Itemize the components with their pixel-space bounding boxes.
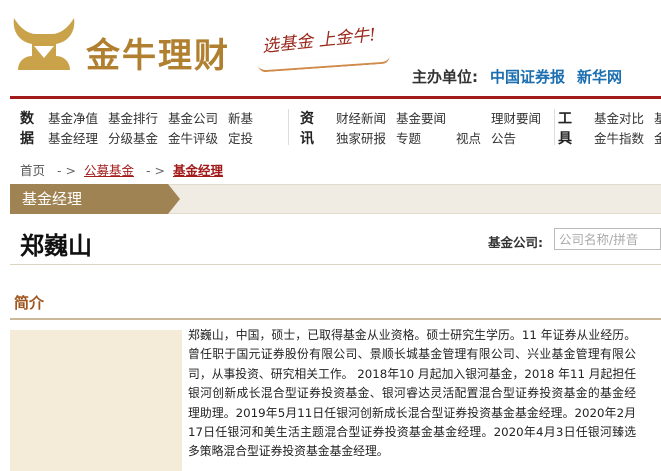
nav-divider <box>554 109 555 145</box>
nav-item[interactable]: 理财要闻 <box>491 109 541 129</box>
nav-item[interactable]: 基金公司 <box>168 109 218 129</box>
slogan: 选基金 上金牛! <box>261 25 377 57</box>
intro-title: 简介 <box>14 294 45 312</box>
bull-logo-icon[interactable] <box>10 12 78 78</box>
company-search-input[interactable] <box>554 228 661 250</box>
sponsor-link-xinhua[interactable]: 新华网 <box>577 68 622 86</box>
nav-item[interactable]: 公告 <box>491 129 541 149</box>
nav-item[interactable]: 基金对比 <box>594 109 644 129</box>
nav-items-data: 基金净值 基金经理 基金排行 分级基金 基金公司 金牛评级 新基 定投 <box>48 109 253 149</box>
nav-category-data: 数据 <box>20 111 34 147</box>
nav-item[interactable]: 基 <box>654 109 661 129</box>
breadcrumb-arrow: - > <box>146 163 165 178</box>
nav-items-tools: 基金对比 金牛指数 基 金 <box>594 109 661 149</box>
sponsor-link-cs[interactable]: 中国证券报 <box>490 68 565 86</box>
manager-photo <box>10 330 182 471</box>
nav-item[interactable]: 独家研报 <box>336 129 386 149</box>
slogan-underline <box>257 55 391 73</box>
nav-item[interactable]: 定投 <box>228 129 253 149</box>
nav-item[interactable]: 财经新闻 <box>336 109 386 129</box>
divider <box>10 264 661 265</box>
nav-item[interactable]: 视点 <box>456 129 481 149</box>
nav-item[interactable]: 金牛指数 <box>594 129 644 149</box>
nav-item[interactable]: 基金要闻 <box>396 109 446 129</box>
nav-divider <box>288 109 289 145</box>
logo-text[interactable]: 金牛理财 <box>86 28 230 77</box>
sponsors: 主办单位: 中国证券报 新华网 <box>412 66 622 87</box>
breadcrumb-current[interactable]: 基金经理 <box>173 163 223 178</box>
sponsor-label: 主办单位: <box>412 68 478 86</box>
company-label: 基金公司: <box>488 235 543 250</box>
nav-item[interactable]: 专题 <box>396 129 446 149</box>
nav-item[interactable]: 金牛评级 <box>168 129 218 149</box>
intro-divider <box>10 318 661 320</box>
section-bar: 基金经理 <box>10 184 661 214</box>
manager-bio: 郑巍山，中国，硕士，已取得基金从业资格。硕士研究生学历。11 年证券从业经历。曾… <box>188 328 636 459</box>
nav-item[interactable]: 基金经理 <box>48 129 98 149</box>
nav-item[interactable]: 金 <box>654 129 661 149</box>
nav-item[interactable]: 分级基金 <box>108 129 158 149</box>
manager-name: 郑巍山 <box>20 232 92 260</box>
breadcrumb-public-fund[interactable]: 公募基金 <box>84 163 134 178</box>
main-nav: 数据 基金净值 基金经理 基金排行 分级基金 基金公司 金牛评级 新基 定投 资… <box>10 96 661 152</box>
nav-category-tools: 工具 <box>558 111 572 147</box>
site-header: 金牛理财 选基金 上金牛! 主办单位: 中国证券报 新华网 <box>0 0 661 96</box>
nav-item[interactable]: 基金排行 <box>108 109 158 129</box>
breadcrumb-arrow: - > <box>57 163 76 178</box>
nav-item[interactable]: 新基 <box>228 109 253 129</box>
breadcrumb: 首页 - > 公募基金 - > 基金经理 <box>20 160 223 179</box>
breadcrumb-home[interactable]: 首页 <box>20 163 45 178</box>
section-tab: 基金经理 <box>10 184 180 214</box>
nav-category-news: 资讯 <box>300 111 314 147</box>
nav-item[interactable]: 基金净值 <box>48 109 98 129</box>
nav-items-news: 财经新闻 独家研报 基金要闻 专题 视点 理财要闻 公告 <box>336 109 541 149</box>
